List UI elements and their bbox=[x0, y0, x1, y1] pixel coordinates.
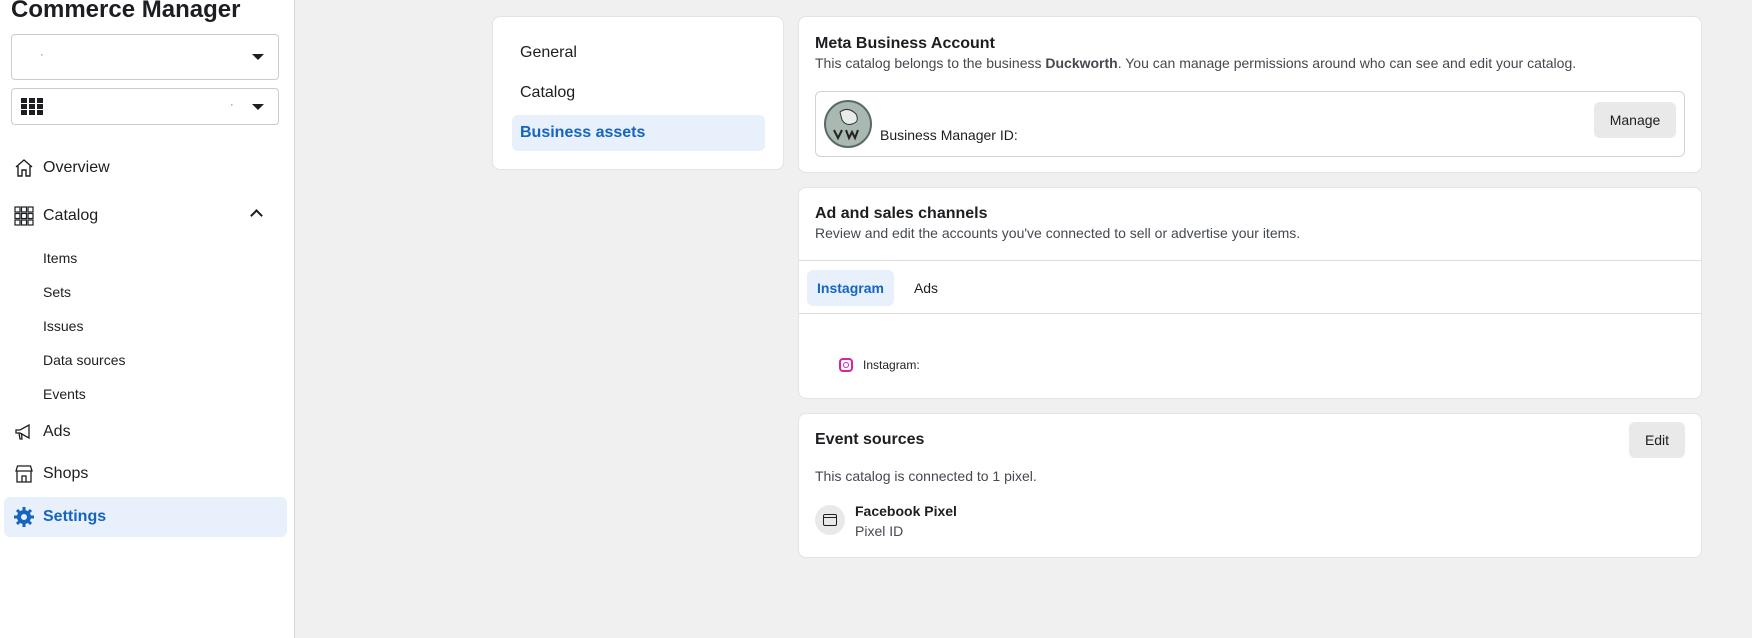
manage-button[interactable]: Manage bbox=[1594, 102, 1676, 138]
business-account-description: This catalog belongs to the business Duc… bbox=[815, 55, 1576, 71]
sidebar-item-settings[interactable]: Settings bbox=[4, 497, 287, 537]
chevron-up-icon[interactable] bbox=[250, 209, 263, 222]
tab-instagram[interactable]: Instagram bbox=[807, 270, 894, 306]
tab-ads[interactable]: Ads bbox=[903, 270, 949, 306]
instagram-account-row: Instagram: bbox=[839, 358, 920, 372]
instagram-icon bbox=[839, 358, 853, 372]
sidebar-item-label: Overview bbox=[43, 159, 110, 176]
desc-suffix: . You can manage permissions around who … bbox=[1117, 55, 1577, 71]
sidebar-item-overview[interactable]: Overview bbox=[4, 148, 287, 188]
sidebar: Commerce Manager · · Overview Catalog It… bbox=[0, 0, 295, 638]
settings-tab-catalog[interactable]: Catalog bbox=[512, 75, 765, 111]
code-window-icon bbox=[815, 505, 845, 535]
home-icon bbox=[13, 157, 35, 179]
sidebar-item-catalog[interactable]: Catalog bbox=[4, 196, 287, 236]
sidebar-subitem-sets[interactable]: Sets bbox=[43, 284, 71, 300]
app-title: Commerce Manager bbox=[11, 0, 241, 23]
divider bbox=[799, 260, 1701, 261]
desc-prefix: This catalog belongs to the business bbox=[815, 55, 1046, 71]
business-avatar bbox=[824, 100, 872, 148]
business-manager-id-label: Business Manager ID: bbox=[880, 127, 1018, 143]
business-account-card: Meta Business Account This catalog belon… bbox=[798, 16, 1702, 173]
sidebar-subitem-events[interactable]: Events bbox=[43, 386, 86, 402]
gear-icon bbox=[13, 506, 35, 528]
settings-subnav: General Catalog Business assets bbox=[492, 16, 784, 170]
divider bbox=[799, 313, 1701, 314]
sidebar-item-label: Catalog bbox=[43, 207, 99, 224]
sidebar-item-label: Ads bbox=[43, 423, 71, 440]
event-sources-card: Event sources Edit This catalog is conne… bbox=[798, 413, 1702, 558]
event-sources-description: This catalog is connected to 1 pixel. bbox=[815, 468, 1037, 484]
apps-grid-icon bbox=[21, 98, 43, 117]
sidebar-subitem-data-sources[interactable]: Data sources bbox=[43, 352, 125, 368]
sidebar-item-label: Settings bbox=[43, 508, 107, 525]
channels-description: Review and edit the accounts you've conn… bbox=[815, 225, 1301, 241]
business-manager-box: Business Manager ID: Manage bbox=[815, 91, 1685, 157]
sidebar-item-ads[interactable]: Ads bbox=[4, 412, 287, 452]
business-account-title: Meta Business Account bbox=[815, 35, 995, 52]
event-sources-title: Event sources bbox=[815, 431, 925, 448]
business-name: Duckworth bbox=[1045, 55, 1118, 71]
pixel-id-label: Pixel ID bbox=[855, 523, 904, 539]
channels-card: Ad and sales channels Review and edit th… bbox=[798, 187, 1702, 399]
settings-tab-general[interactable]: General bbox=[512, 35, 765, 71]
channels-title: Ad and sales channels bbox=[815, 205, 988, 222]
megaphone-icon bbox=[13, 421, 35, 443]
account-selector[interactable]: · bbox=[11, 88, 279, 125]
settings-tab-business-assets[interactable]: Business assets bbox=[512, 115, 765, 151]
account-selector-value: · bbox=[230, 99, 234, 111]
shop-icon bbox=[13, 463, 35, 485]
catalog-grid-icon bbox=[13, 205, 35, 227]
chevron-down-icon bbox=[252, 54, 264, 60]
sidebar-item-label: Shops bbox=[43, 465, 89, 482]
instagram-label: Instagram: bbox=[863, 358, 920, 372]
edit-button[interactable]: Edit bbox=[1629, 422, 1685, 458]
sidebar-item-shops[interactable]: Shops bbox=[4, 454, 287, 494]
catalog-selector[interactable]: · bbox=[11, 34, 279, 80]
sidebar-subitem-issues[interactable]: Issues bbox=[43, 318, 83, 334]
catalog-selector-value: · bbox=[40, 49, 44, 61]
chevron-down-icon bbox=[252, 103, 264, 110]
sidebar-subitem-items[interactable]: Items bbox=[43, 250, 77, 266]
pixel-name: Facebook Pixel bbox=[855, 503, 957, 519]
